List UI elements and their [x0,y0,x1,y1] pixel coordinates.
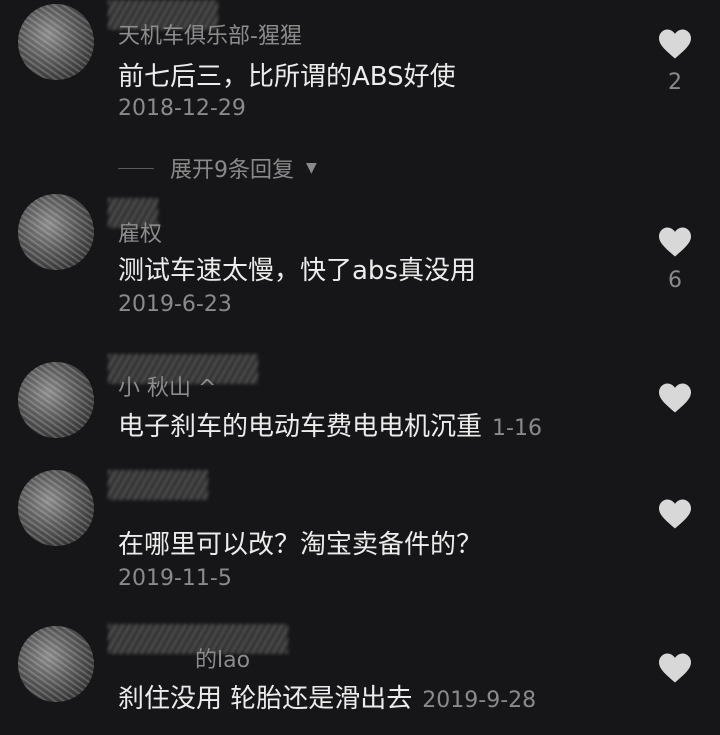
comment-text: 电子刹车的电动车费电电机沉重 1-16 [118,406,542,443]
expand-replies-label: 展开9条回复 [170,158,294,183]
like-count: 6 [668,268,682,293]
username-blur [108,470,208,500]
comment-date: 2019-11-5 [118,566,232,591]
like-button[interactable] [655,498,695,530]
avatar[interactable] [18,626,94,702]
comment-date: 2018-12-29 [118,96,246,121]
divider-line [118,167,154,169]
like-count: 2 [668,70,682,95]
comment-username[interactable]: 的lao [195,642,250,674]
comment-body: 刹住没用 轮胎还是滑出去 [118,684,413,714]
comment-date: 2019-6-23 [118,292,232,317]
comment-username[interactable]: 天机车俱乐部-猩猩 [118,18,302,50]
comment-item: 雇权 测试车速太慢，快了abs真没用 2019-6-23 6 [0,192,720,342]
comment-body: 电子刹车的电动车费电电机沉重 [118,412,483,442]
heart-icon [659,227,691,257]
expand-replies-button[interactable]: 展开9条回复 ▼ [118,152,317,184]
avatar[interactable] [18,4,94,80]
comment-date: 2019-9-28 [422,688,537,713]
like-button[interactable]: 2 [655,28,695,95]
avatar[interactable] [18,470,94,546]
comment-text: 前七后三，比所谓的ABS好使 [118,62,456,92]
heart-icon [659,29,691,59]
heart-icon [659,653,691,683]
like-button[interactable]: 6 [655,226,695,293]
comment-date: 1-16 [492,416,542,441]
comment-text: 在哪里可以改？淘宝卖备件的？ [118,530,483,560]
triangle-down-icon: ▼ [306,160,317,176]
like-button[interactable] [655,382,695,414]
avatar[interactable] [18,362,94,438]
comment-username[interactable]: 小 秋山 ^ [118,370,216,402]
like-button[interactable] [655,652,695,684]
comment-text: 测试车速太慢，快了abs真没用 [118,256,476,286]
comment-username[interactable]: 雇权 [118,216,162,248]
comment-item: 在哪里可以改？淘宝卖备件的？ 2019-11-5 [0,462,720,592]
comment-text: 刹住没用 轮胎还是滑出去 2019-9-28 [118,678,536,715]
heart-icon [659,383,691,413]
heart-icon [659,499,691,529]
comment-item: 的lao 刹住没用 轮胎还是滑出去 2019-9-28 [0,622,720,735]
comment-item: 小 秋山 ^ 电子刹车的电动车费电电机沉重 1-16 [0,352,720,452]
comment-item: 天机车俱乐部-猩猩 前七后三，比所谓的ABS好使 2018-12-29 2 [0,0,720,150]
avatar[interactable] [18,194,94,270]
